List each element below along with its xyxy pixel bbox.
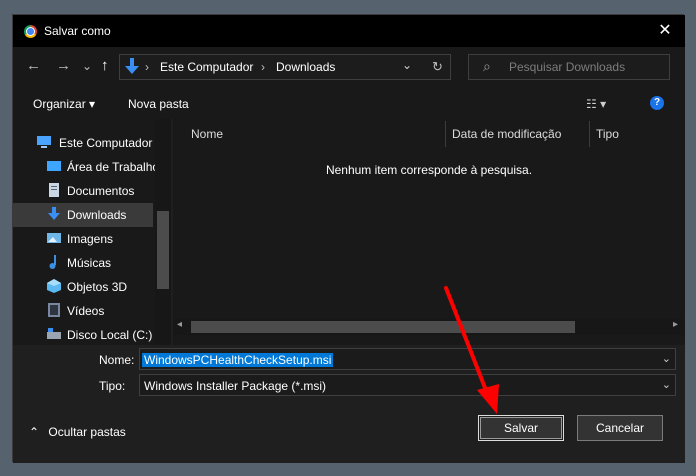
recent-locations-icon[interactable]: ⌄	[82, 57, 92, 75]
sidebar-item-label: Downloads	[67, 208, 127, 222]
sidebar-item-musicas[interactable]: Músicas	[13, 251, 153, 275]
hide-folders-button[interactable]: ⌃ Ocultar pastas	[29, 425, 126, 439]
column-header-type[interactable]: Tipo	[596, 127, 619, 141]
scroll-left-icon[interactable]: ◂	[177, 319, 182, 330]
sidebar-item-objetos-3d[interactable]: Objetos 3D	[13, 275, 153, 299]
horizontal-scrollbar-thumb[interactable]	[191, 321, 575, 333]
download-folder-icon	[125, 58, 139, 74]
up-icon[interactable]: ↑	[101, 57, 109, 75]
back-icon[interactable]: ←	[26, 57, 41, 75]
sidebar-item-label: Este Computador	[59, 136, 153, 150]
sidebar-item-este-computador[interactable]: Este Computador	[13, 131, 153, 155]
download-icon	[48, 207, 60, 220]
sidebar-item-label: Imagens	[67, 232, 114, 246]
sidebar-item-videos[interactable]: Vídeos	[13, 299, 153, 323]
sidebar-item-documentos[interactable]: Documentos	[13, 179, 153, 203]
save-button[interactable]: Salvar	[478, 415, 564, 441]
computer-icon	[37, 136, 51, 148]
videos-icon	[48, 303, 60, 317]
file-name-field[interactable]: WindowsPCHealthCheckSetup.msi ⌄	[139, 348, 676, 370]
command-toolbar: Organizar ▾ Nova pasta ☷ ▾ ?	[13, 87, 685, 119]
sidebar-item-label: Objetos 3D	[67, 280, 128, 294]
file-type-dropdown-icon[interactable]: ⌄	[662, 378, 671, 391]
scroll-right-icon[interactable]: ▸	[673, 319, 678, 330]
file-type-select[interactable]: Windows Installer Package (*.msi) ⌄	[139, 374, 676, 396]
organize-button[interactable]: Organizar ▾	[33, 97, 95, 111]
file-name-input[interactable]: WindowsPCHealthCheckSetup.msi	[142, 353, 334, 367]
images-icon	[47, 233, 61, 243]
breadcrumb-downloads[interactable]: Downloads	[276, 60, 335, 74]
save-form: Nome: WindowsPCHealthCheckSetup.msi ⌄ Ti…	[13, 345, 685, 463]
navigation-bar: ← → ⌄ ↑ › Este Computador › Downloads ⌄ …	[13, 47, 685, 87]
refresh-icon[interactable]: ↻	[432, 59, 443, 75]
close-icon[interactable]: ✕	[655, 21, 675, 41]
navigation-pane: Este Computador Área de Trabalho Documen…	[13, 119, 171, 345]
hide-folders-label: Ocultar pastas	[48, 425, 126, 439]
file-name-label: Nome:	[99, 353, 135, 367]
sidebar-item-label: Vídeos	[67, 304, 105, 318]
sidebar-item-label: Disco Local (C:)	[67, 328, 153, 342]
sidebar-item-area-de-trabalho[interactable]: Área de Trabalho	[13, 155, 159, 179]
help-icon[interactable]: ?	[650, 96, 664, 110]
column-header-date[interactable]: Data de modificação	[452, 127, 561, 141]
column-header-name[interactable]: Nome	[191, 127, 223, 141]
breadcrumb-este-computador[interactable]: Este Computador	[160, 60, 253, 74]
sidebar-item-downloads[interactable]: Downloads	[13, 203, 153, 227]
chrome-icon	[24, 25, 37, 38]
breadcrumb-separator: ›	[145, 60, 149, 74]
sidebar-scrollbar[interactable]	[155, 119, 171, 345]
desktop-icon	[47, 161, 61, 171]
search-input[interactable]: Pesquisar Downloads	[509, 60, 625, 74]
new-folder-button[interactable]: Nova pasta	[128, 97, 189, 111]
sidebar-scrollbar-thumb[interactable]	[157, 211, 169, 289]
file-type-value: Windows Installer Package (*.msi)	[144, 379, 327, 393]
cancel-button[interactable]: Cancelar	[577, 415, 663, 441]
breadcrumb-separator: ›	[261, 60, 265, 74]
column-divider[interactable]	[589, 121, 590, 147]
view-options-icon[interactable]: ☷ ▾	[586, 97, 606, 111]
column-divider[interactable]	[445, 121, 446, 147]
documents-icon	[49, 183, 59, 197]
disk-icon	[47, 328, 61, 339]
sidebar-item-label: Área de Trabalho	[67, 160, 160, 174]
search-icon: ⌕	[483, 58, 491, 74]
file-list: Nome Data de modificação Tipo Nenhum ite…	[173, 119, 685, 345]
file-type-label: Tipo:	[99, 379, 126, 393]
address-bar[interactable]: › Este Computador › Downloads ⌄ ↻	[119, 54, 451, 80]
sidebar-item-disco-local[interactable]: Disco Local (C:)	[13, 323, 153, 345]
window-title: Salvar como	[44, 24, 111, 38]
search-box[interactable]: ⌕ Pesquisar Downloads	[468, 54, 670, 80]
sidebar-item-imagens[interactable]: Imagens	[13, 227, 153, 251]
file-name-dropdown-icon[interactable]: ⌄	[662, 352, 671, 365]
address-dropdown-icon[interactable]: ⌄	[402, 58, 412, 72]
save-as-dialog: Salvar como ✕ ← → ⌄ ↑ › Este Computador …	[12, 14, 685, 463]
chevron-up-icon: ⌃	[29, 425, 40, 439]
objects3d-icon	[47, 279, 61, 293]
empty-message: Nenhum item corresponde à pesquisa.	[325, 163, 533, 177]
horizontal-scrollbar[interactable]: ◂ ▸	[173, 319, 685, 335]
forward-icon[interactable]: →	[56, 57, 71, 75]
title-bar: Salvar como ✕	[13, 15, 685, 47]
sidebar-item-label: Músicas	[67, 256, 112, 270]
music-icon	[49, 255, 56, 269]
sidebar-item-label: Documentos	[67, 184, 135, 198]
